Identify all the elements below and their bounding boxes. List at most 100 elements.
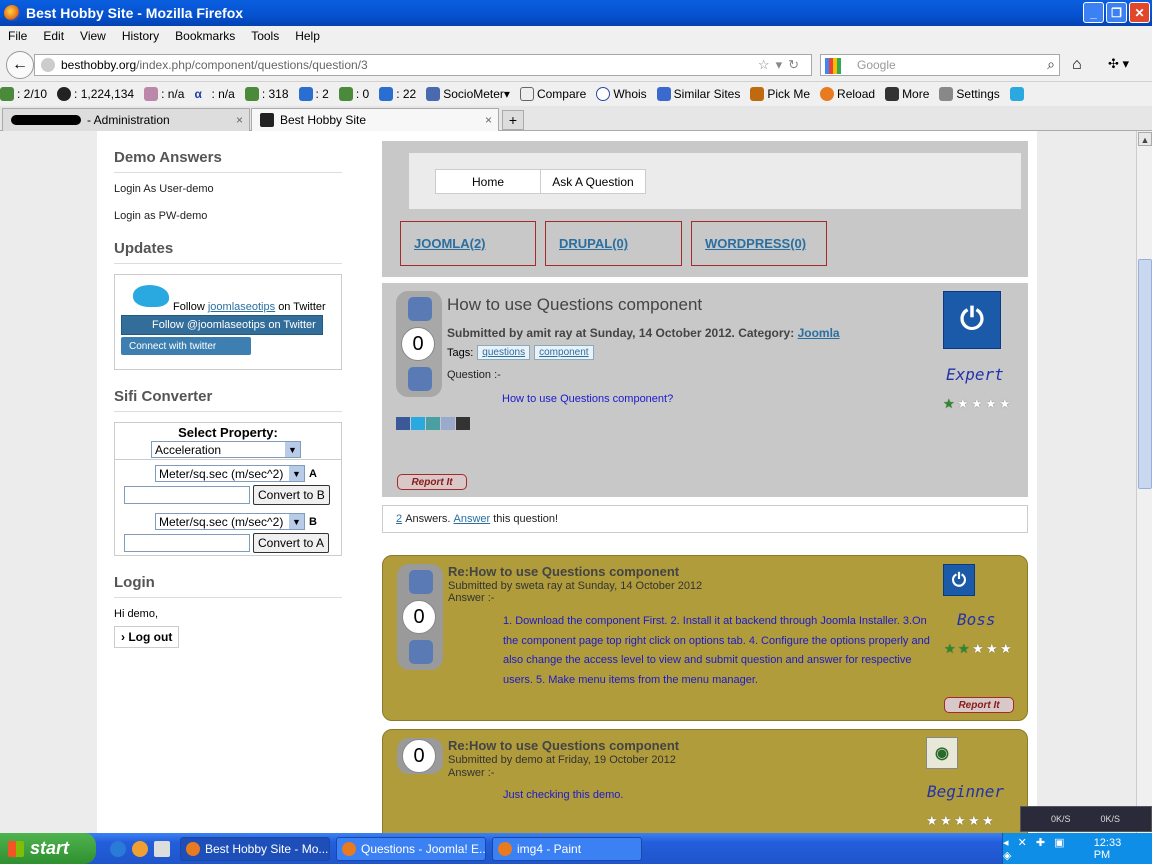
thumbs-down-icon[interactable] <box>408 367 432 391</box>
close-button[interactable]: ✕ <box>1129 2 1150 23</box>
menu-ask-question[interactable]: Ask A Question <box>540 169 646 194</box>
menu-view[interactable]: View <box>72 29 114 43</box>
search-box[interactable]: Google ⌕ <box>820 54 1060 76</box>
toolbar-similar-sites[interactable]: Similar Sites <box>656 87 740 101</box>
answer-count-link[interactable]: 2 <box>396 513 402 525</box>
chevron-down-icon: ▼ <box>285 442 300 457</box>
task-best-hobby-site[interactable]: Best Hobby Site - Mo... <box>180 836 330 861</box>
question-meta: Submitted by amit ray at Sunday, 14 Octo… <box>447 326 840 340</box>
toolbar-whois[interactable]: Whois <box>596 87 647 101</box>
label-b: B <box>309 516 317 528</box>
menu-help[interactable]: Help <box>287 29 328 43</box>
follow-link[interactable]: joomlaseotips <box>208 301 275 313</box>
answers-label: Answers. <box>405 513 451 525</box>
reload-icon[interactable]: ↻ <box>788 57 805 72</box>
toolbar-settings[interactable]: Settings <box>939 87 1000 101</box>
toolbar-reload[interactable]: Reload <box>820 87 875 101</box>
facebook-icon[interactable] <box>396 417 410 430</box>
menu-home[interactable]: Home <box>435 169 541 194</box>
close-tab-icon[interactable]: × <box>236 113 243 127</box>
home-icon[interactable]: ⌂ <box>1072 56 1082 74</box>
toolbar-bing-links[interactable]: : 22 <box>379 87 416 101</box>
toolbar-alexa[interactable]: : 1,224,134 <box>57 87 134 101</box>
follow-twitter-button[interactable]: Follow @joomlaseotips on Twitter <box>121 315 323 335</box>
star-icon: ★ <box>1000 641 1012 656</box>
url-bar[interactable]: besthobby.org/index.php/component/questi… <box>34 54 812 76</box>
google-icon[interactable] <box>825 58 841 74</box>
thumbs-up-icon[interactable] <box>408 297 432 321</box>
url-actions: ☆▾↻ <box>758 57 805 73</box>
minimize-button[interactable]: _ <box>1083 2 1104 23</box>
title-bar: Best Hobby Site - Mozilla Firefox _ ❐ ✕ <box>0 0 1152 26</box>
dropdown-icon[interactable]: ▾ <box>776 57 789 72</box>
back-button[interactable]: ← <box>6 51 34 79</box>
login-pw-demo-link[interactable]: Login as PW-demo <box>114 210 342 222</box>
net-down: 0K/S <box>1100 814 1121 824</box>
toolbar-pagerank[interactable]: : 2/10 <box>0 87 47 101</box>
category-drupal[interactable]: DRUPAL(0) <box>545 221 682 266</box>
twitter-icon[interactable] <box>411 417 425 430</box>
redacted-favicon <box>11 115 81 125</box>
user-rank: Beginner <box>927 782 1005 801</box>
answer-link[interactable]: Answer <box>454 513 491 525</box>
toolbar-google-links[interactable]: : 0 <box>338 87 369 101</box>
task-paint[interactable]: img4 - Paint <box>492 836 642 861</box>
toolbar-compete[interactable]: : n/a <box>144 87 184 101</box>
search-icon[interactable]: ⌕ <box>1047 56 1055 73</box>
connect-twitter-button[interactable]: Connect with twitter <box>121 337 251 355</box>
star-icon: ★ <box>972 641 984 656</box>
close-tab-icon[interactable]: × <box>485 113 492 127</box>
stumbleupon-icon[interactable] <box>426 417 440 430</box>
menu-tools[interactable]: Tools <box>243 29 287 43</box>
url-path: /index.php/component/questions/question/… <box>136 58 368 72</box>
property-select[interactable]: Acceleration ▼ <box>151 441 301 458</box>
login-user-demo-link[interactable]: Login As User-demo <box>114 183 342 195</box>
toolbar-bing-index[interactable]: : 2 <box>298 87 329 101</box>
scroll-thumb[interactable] <box>1138 259 1152 489</box>
tray-icons[interactable]: ◂ ✕ ✚ ▣ ◈ <box>1003 836 1084 862</box>
toolbar-more[interactable]: More <box>885 87 929 101</box>
digg-icon[interactable] <box>441 417 455 430</box>
value-a-input[interactable] <box>124 486 250 504</box>
unit-b-select[interactable]: Meter/sq.sec (m/sec^2) ▼ <box>155 513 305 530</box>
bookmark-star-icon[interactable]: ☆ <box>758 57 776 72</box>
tag-component[interactable]: component <box>534 345 594 360</box>
delicious-icon[interactable] <box>456 417 470 430</box>
tab-administration[interactable]: - Administration × <box>2 108 250 131</box>
value-b-input[interactable] <box>124 534 250 552</box>
thumbs-up-icon[interactable] <box>409 570 433 594</box>
start-button[interactable]: start <box>0 833 96 864</box>
tab-best-hobby-site[interactable]: Best Hobby Site × <box>251 108 499 131</box>
convert-to-a-button[interactable]: Convert to A <box>253 533 330 553</box>
toolbar-twitter[interactable] <box>1009 87 1027 101</box>
category-joomla[interactable]: JOOMLA(2) <box>400 221 536 266</box>
logout-button[interactable]: › Log out <box>114 626 180 648</box>
tag-questions[interactable]: questions <box>477 345 531 360</box>
menu-file[interactable]: File <box>0 29 35 43</box>
thumbs-down-icon[interactable] <box>409 640 433 664</box>
category-wordpress[interactable]: WORDPRESS(0) <box>691 221 827 266</box>
ie-icon[interactable] <box>110 840 126 857</box>
star-icon: ★ <box>968 813 980 828</box>
toolbar-pick-me[interactable]: Pick Me <box>750 87 810 101</box>
category-link[interactable]: Joomla <box>798 326 840 340</box>
task-questions-joomla[interactable]: Questions - Joomla! E... <box>336 836 486 861</box>
menu-bookmarks[interactable]: Bookmarks <box>167 29 243 43</box>
vertical-scrollbar[interactable]: ▲ <box>1136 131 1152 833</box>
report-button[interactable]: Report It <box>944 697 1014 713</box>
scroll-up-icon[interactable]: ▲ <box>1138 132 1152 146</box>
menu-edit[interactable]: Edit <box>35 29 72 43</box>
convert-to-b-button[interactable]: Convert to B <box>253 485 330 505</box>
toolbar-alpha[interactable]: α: n/a <box>194 87 234 101</box>
restore-button[interactable]: ❐ <box>1106 2 1127 23</box>
report-button[interactable]: Report It <box>397 474 467 490</box>
unit-a-select[interactable]: Meter/sq.sec (m/sec^2) ▼ <box>155 465 305 482</box>
toolbar-google-index[interactable]: : 318 <box>244 87 289 101</box>
menu-history[interactable]: History <box>114 29 167 43</box>
show-desktop-icon[interactable] <box>154 840 170 857</box>
addon-icon[interactable]: ✣ ▾ <box>1108 56 1129 72</box>
toolbar-sociometer[interactable]: SocioMeter ▾ <box>426 87 510 101</box>
new-tab-button[interactable]: + <box>502 110 524 130</box>
firefox-icon[interactable] <box>132 840 148 857</box>
toolbar-compare[interactable]: Compare <box>519 87 586 101</box>
